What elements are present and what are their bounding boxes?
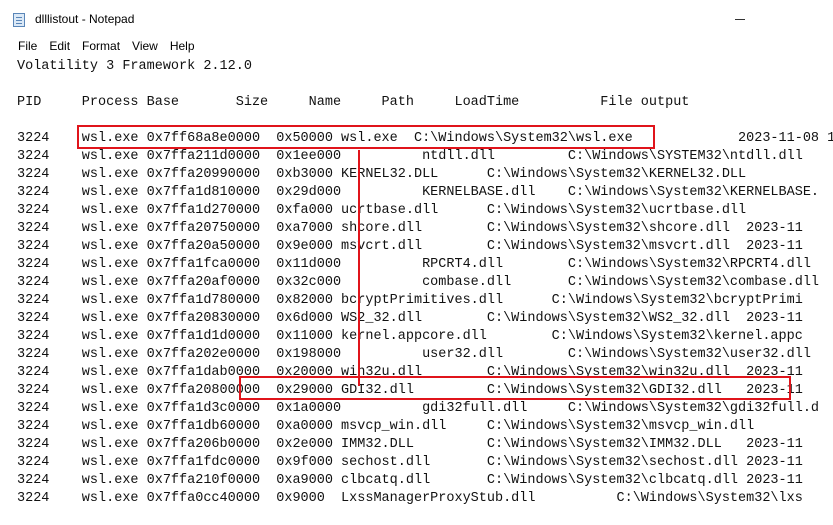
text-line: 3224 wsl.exe 0x7ffa20af0000 0x32c000 com… (17, 275, 820, 290)
text-line: 3224 wsl.exe 0x7ffa20750000 0xa7000 shco… (17, 221, 803, 236)
text-line: 3224 wsl.exe 0x7ffa1fca0000 0x11d000 RPC… (17, 257, 811, 272)
text-line: 3224 wsl.exe 0x7ffa20990000 0xb3000 KERN… (17, 167, 747, 182)
text-line: 3224 wsl.exe 0x7ffa1d1d0000 0x11000 kern… (17, 329, 803, 344)
text-line: Volatility 3 Framework 2.12.0 (17, 59, 252, 74)
text-line: 3224 wsl.exe 0x7ffa211d0000 0x1ee000 ntd… (17, 149, 803, 164)
menu-file[interactable]: File (12, 38, 43, 56)
title-bar: dlllistout - Notepad (0, 0, 833, 38)
text-line: 3224 wsl.exe 0x7ffa1fdc0000 0x9f000 sech… (17, 455, 803, 470)
text-line: 3224 wsl.exe 0x7ffa20830000 0x6d000 WS2_… (17, 311, 803, 326)
highlight-box-gdi32 (239, 376, 791, 400)
text-line: 3224 wsl.exe 0x7ffa202e0000 0x198000 use… (17, 347, 811, 362)
highlight-connector-line (358, 150, 360, 386)
text-line: 3224 wsl.exe 0x7ffa1d3c0000 0x1a0000 gdi… (17, 401, 820, 416)
text-line: 3224 wsl.exe 0x7ffa0cc40000 0x9000 LxssM… (17, 491, 803, 506)
text-line: 3224 wsl.exe 0x7ffa1d780000 0x82000 bcry… (17, 293, 803, 308)
menu-help[interactable]: Help (164, 38, 201, 56)
notepad-icon (13, 13, 25, 27)
text-line: PID Process Base Size Name Path LoadTime… (17, 95, 690, 110)
menu-edit[interactable]: Edit (43, 38, 76, 56)
menu-format[interactable]: Format (76, 38, 126, 56)
text-line: 3224 wsl.exe 0x7ffa1d270000 0xfa000 ucrt… (17, 203, 747, 218)
text-line: 3224 wsl.exe 0x7ffa1db60000 0xa0000 msvc… (17, 419, 755, 434)
menu-bar: File Edit Format View Help (12, 38, 201, 56)
text-line: 3224 wsl.exe 0x7ffa210f0000 0xa9000 clbc… (17, 473, 803, 488)
text-line: 3224 wsl.exe 0x7ffa20a50000 0x9e000 msvc… (17, 239, 803, 254)
minimize-button[interactable] (717, 0, 763, 38)
menu-view[interactable]: View (126, 38, 164, 56)
highlight-box-wsl-exe (77, 125, 655, 149)
text-line: 3224 wsl.exe 0x7ffa1d810000 0x29d000 KER… (17, 185, 820, 200)
text-line: 3224 wsl.exe 0x7ffa206b0000 0x2e000 IMM3… (17, 437, 803, 452)
window-title: dlllistout - Notepad (35, 12, 135, 26)
